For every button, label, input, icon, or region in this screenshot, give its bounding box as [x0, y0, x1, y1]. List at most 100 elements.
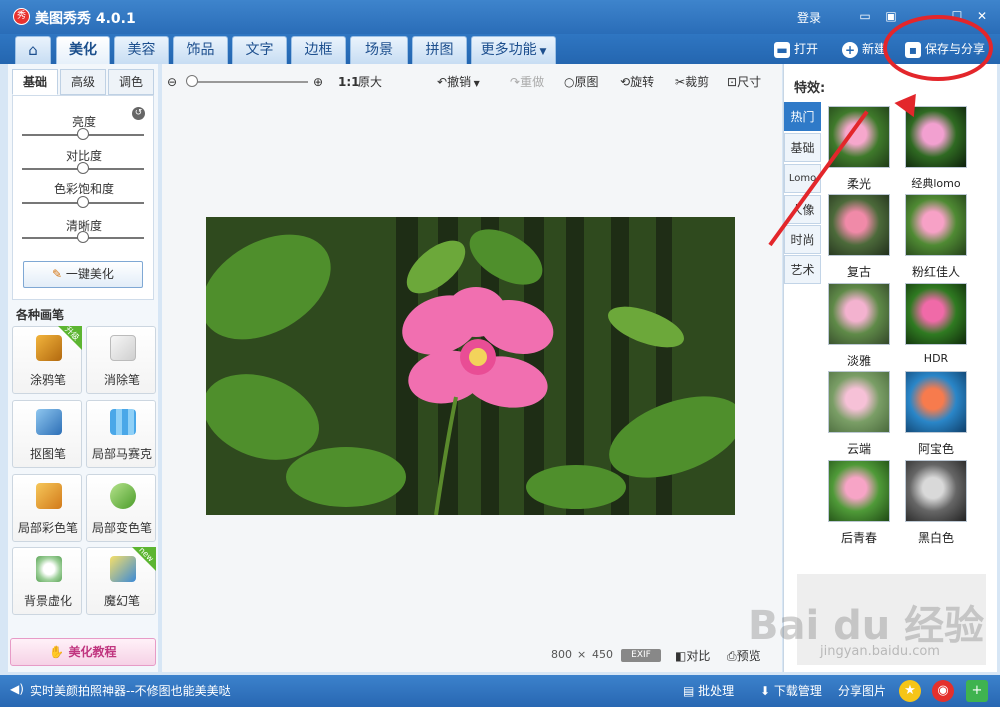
effects-cat-basic[interactable]: 基础 — [784, 133, 821, 162]
compare-icon: ◧ — [675, 649, 687, 663]
one-click-beautify-button[interactable]: ✎ 一键美化 — [23, 261, 143, 288]
tab-more-features[interactable]: 更多功能 ▼ — [471, 36, 556, 64]
close-icon[interactable]: ✕ — [974, 9, 990, 23]
contrast-knob[interactable] — [77, 162, 89, 174]
add-plus-icon[interactable]: + — [966, 680, 988, 702]
show-original-button[interactable]: ○原图 — [564, 73, 599, 91]
brush-doodle-label: 涂鸦笔 — [29, 373, 66, 387]
plus-icon: + — [842, 41, 858, 58]
tutorial-label: 美化教程 — [68, 645, 117, 659]
cutout-pen-icon — [36, 409, 62, 435]
brush-cutout-label: 抠图笔 — [29, 447, 66, 461]
brush-cutout[interactable]: 抠图笔 — [12, 400, 82, 468]
login-link[interactable]: 登录 — [797, 9, 821, 26]
tab-beautify[interactable]: 美化 — [56, 36, 110, 64]
skin-icon[interactable]: ▣ — [883, 9, 899, 23]
effect-black-white[interactable] — [905, 460, 967, 522]
brush-local-color[interactable]: 局部彩色笔 — [12, 474, 82, 542]
brightness-slider[interactable] — [22, 128, 144, 140]
app-title: 美图秀秀 4.0.1 — [35, 11, 136, 27]
effect-abao-label: 阿宝色 — [917, 442, 954, 456]
subtab-basic[interactable]: 基础 — [12, 69, 58, 95]
effect-pink-lady[interactable] — [905, 194, 967, 256]
original-label: 原图 — [574, 75, 599, 89]
effects-cat-art[interactable]: 艺术 — [784, 255, 821, 284]
brightness-knob[interactable] — [77, 128, 89, 140]
app-logo-icon: 秀 — [13, 8, 30, 25]
batch-button[interactable]: ▤ 批处理 — [683, 682, 734, 699]
rotate-icon: ⟲ — [620, 75, 631, 89]
crop-label: 裁剪 — [685, 75, 710, 89]
tab-beauty-face[interactable]: 美容 — [114, 36, 169, 64]
crop-button[interactable]: ✂裁剪 — [675, 73, 709, 91]
open-label: 打开 — [794, 42, 819, 56]
watermark-brand: Bai du 经验 — [748, 603, 985, 649]
effect-abao[interactable] — [905, 371, 967, 433]
zoom-out-icon[interactable]: ⊖ — [167, 73, 177, 91]
effect-retro[interactable] — [828, 194, 890, 256]
resize-button[interactable]: ⊡尺寸 — [727, 73, 761, 91]
tab-scenes[interactable]: 场景 — [350, 36, 408, 64]
brush-eraser[interactable]: 消除笔 — [86, 326, 156, 394]
contrast-slider[interactable] — [22, 162, 144, 174]
effects-cat-hot[interactable]: 热门 — [784, 102, 821, 131]
brush-recolor[interactable]: 局部变色笔 — [86, 474, 156, 542]
download-manager-button[interactable]: ⬇ 下载管理 — [760, 682, 822, 699]
app-window: 秀 美图秀秀 4.0.1 登录 ▭ ▣ – ☐ ✕ ⌂ 美化 美容 饰品 文字 … — [0, 0, 1000, 707]
effect-hdr[interactable] — [905, 283, 967, 345]
brush-magic-label: 魔幻笔 — [103, 594, 140, 608]
redo-button[interactable]: ↷重做 — [510, 73, 544, 91]
brushes-title: 各种画笔 — [16, 308, 65, 322]
exif-button[interactable]: EXIF — [621, 649, 661, 662]
edited-photo[interactable] — [206, 217, 735, 515]
tab-frames[interactable]: 边框 — [291, 36, 346, 64]
open-button[interactable]: ▬ 打开 — [774, 38, 818, 60]
new-button[interactable]: + 新建 — [842, 38, 886, 60]
star-icon[interactable]: ★ — [899, 680, 921, 702]
tab-collage[interactable]: 拼图 — [412, 36, 467, 64]
brush-doodle[interactable]: 升级 涂鸦笔 — [12, 325, 82, 394]
color-brush-icon — [36, 483, 62, 509]
effect-classic-lomo-label: 经典lomo — [911, 177, 961, 190]
folder-icon: ▬ — [774, 41, 790, 58]
weibo-icon[interactable]: ◉ — [932, 680, 954, 702]
effect-cloud[interactable] — [828, 371, 890, 433]
image-height: 450 — [592, 648, 613, 661]
zoom-knob[interactable] — [186, 75, 198, 87]
sharpness-knob[interactable] — [77, 231, 89, 243]
subtab-advanced[interactable]: 高级 — [60, 69, 106, 95]
effects-cat-fashion[interactable]: 时尚 — [784, 225, 821, 254]
beautify-tutorial-button[interactable]: ✋ 美化教程 — [10, 638, 156, 666]
tab-decorations[interactable]: 饰品 — [173, 36, 228, 64]
rotate-button[interactable]: ⟲旋转 — [620, 73, 654, 91]
zoom-1to1-button[interactable]: 1:1 — [338, 73, 360, 91]
brush-bg-blur[interactable]: 背景虚化 — [12, 547, 82, 615]
effect-youth[interactable] — [828, 460, 890, 522]
brush-magic[interactable]: new 魔幻笔 — [86, 545, 156, 615]
zoom-slider[interactable] — [190, 81, 308, 83]
share-picture-button[interactable]: 分享图片 — [838, 682, 886, 699]
rotate-label: 旋转 — [630, 75, 655, 89]
brush-mosaic[interactable]: 局部马赛克 — [86, 400, 156, 468]
undo-button[interactable]: ↶撤销 ▼ — [437, 73, 480, 91]
tab-home[interactable]: ⌂ — [15, 36, 51, 64]
effect-elegant[interactable] — [828, 283, 890, 345]
tab-text[interactable]: 文字 — [232, 36, 287, 64]
zoom-in-icon[interactable]: ⊕ — [313, 73, 323, 91]
status-tip[interactable]: 实时美颜拍照神器--不修图也能美美哒 — [30, 682, 231, 699]
preview-icon: ⎙ — [727, 649, 737, 663]
original-size-button[interactable]: 原大 — [358, 73, 382, 91]
effect-soft-light[interactable] — [828, 106, 890, 168]
main-menu-bar: ⌂ 美化 美容 饰品 文字 边框 场景 拼图 更多功能 ▼ ▬ 打开 + 新建 ▪ 保… — [0, 34, 1000, 64]
speaker-icon: ◀) — [10, 682, 24, 696]
redo-icon: ↷ — [510, 75, 521, 89]
subtab-color[interactable]: 调色 — [108, 69, 154, 95]
background-blur-icon — [36, 556, 62, 582]
compare-button[interactable]: ◧对比 — [675, 647, 710, 665]
saturation-knob[interactable] — [77, 196, 89, 208]
effect-retro-label: 复古 — [846, 265, 871, 279]
sharpness-slider[interactable] — [22, 231, 144, 243]
eraser-icon — [110, 335, 136, 361]
feedback-icon[interactable]: ▭ — [857, 9, 873, 23]
saturation-slider[interactable] — [22, 196, 144, 208]
